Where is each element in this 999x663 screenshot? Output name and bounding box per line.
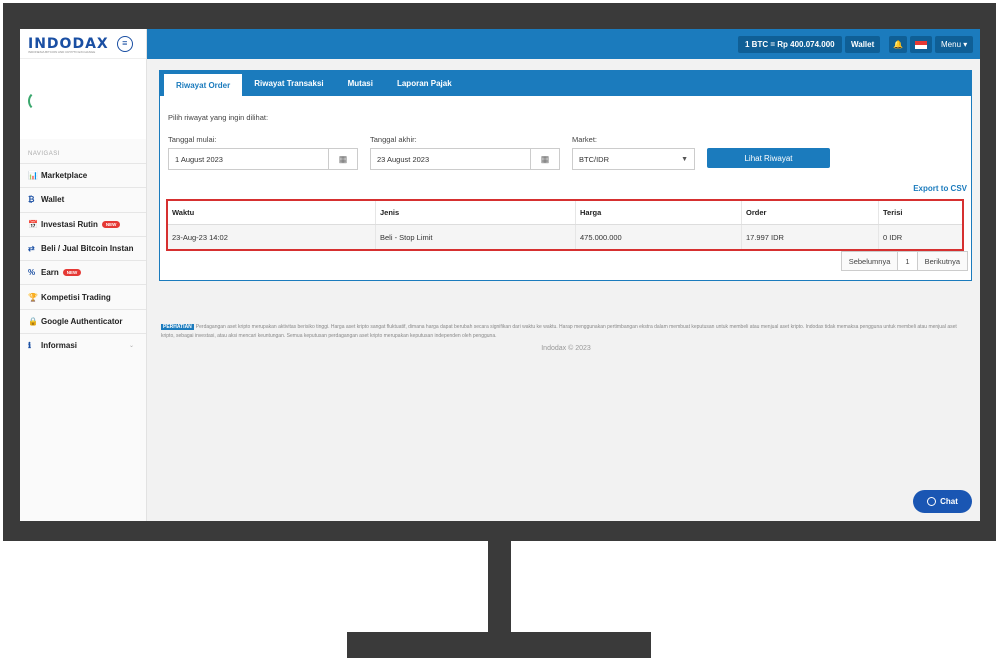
menu-button[interactable]: Menu ▾ (935, 36, 974, 53)
calendar-icon[interactable]: ▦ (328, 149, 357, 169)
sidebar-item-label: Investasi Rutin (41, 219, 98, 229)
next-page-button[interactable]: Berikutnya (917, 252, 967, 270)
sidebar-item-label: Informasi (41, 341, 78, 351)
monitor-stand-base (347, 632, 651, 658)
end-date-value: 23 August 2023 (377, 154, 430, 164)
tab-laporan-pajak[interactable]: Laporan Pajak (385, 71, 464, 96)
prev-page-button[interactable]: Sebelumnya (841, 252, 899, 270)
page-number[interactable]: 1 (898, 252, 918, 270)
hamburger-menu-icon[interactable]: ≡ (116, 35, 133, 52)
new-badge: NEW (101, 220, 121, 228)
header-jenis[interactable]: Jenis (376, 201, 576, 224)
monitor-stand-neck (488, 540, 511, 632)
tab-riwayat-order[interactable]: Riwayat Order (164, 74, 243, 96)
screen: INDODAX ≡ INDONESIA BITCOIN AND CRYPTO E… (20, 29, 980, 521)
sidebar-item-marketplace[interactable]: 📊 Marketplace (20, 163, 146, 188)
info-icon: ℹ (28, 341, 32, 351)
risk-notice: PERHATIAN Perdagangan aset kripto merupak… (161, 323, 971, 341)
sidebar: INDODAX ≡ INDONESIA BITCOIN AND CRYPTO E… (20, 29, 147, 521)
start-date-value: 1 August 2023 (175, 154, 223, 164)
calendar-icon: 📅 (28, 219, 38, 229)
top-bar: 1 BTC = Rp 400.074.000 Wallet 🔔 Menu ▾ (147, 29, 980, 59)
chat-button[interactable]: Chat (913, 490, 972, 513)
sidebar-item-investasi-rutin[interactable]: 📅 Investasi Rutin NEW (20, 211, 146, 236)
sidebar-item-label: Marketplace (41, 171, 88, 181)
monitor-frame: INDODAX ≡ INDONESIA BITCOIN AND CRYPTO E… (3, 3, 996, 541)
language-button[interactable] (910, 36, 932, 53)
pagination: Sebelumnya 1 Berikutnya (840, 251, 968, 271)
calendar-icon[interactable]: ▦ (530, 149, 559, 169)
footer-copyright: Indodax © 2023 (541, 345, 591, 352)
table-header-row: Waktu Jenis Harga Order Terisi (168, 201, 962, 225)
chart-icon: 📊 (28, 171, 38, 181)
end-date-label: Tanggal akhir: (370, 135, 417, 144)
sidebar-item-wallet[interactable]: ₿ Wallet (20, 187, 146, 212)
chat-label: Chat (940, 497, 958, 506)
lock-icon: 🔒 (28, 316, 38, 326)
bitcoin-icon: ₿ (28, 195, 35, 205)
sidebar-item-label: Google Authenticator (41, 316, 123, 326)
start-date-field[interactable]: 1 August 2023 ▦ (168, 148, 358, 170)
profile-area (20, 59, 146, 139)
sidebar-item-informasi[interactable]: ℹ Informasi ⌄ (20, 333, 146, 358)
lihat-riwayat-button[interactable]: Lihat Riwayat (707, 148, 830, 168)
chat-bubble-icon (927, 497, 937, 506)
export-csv-link[interactable]: Export to CSV (913, 184, 967, 193)
cell-terisi: 0 IDR (883, 232, 903, 242)
notice-tag: PERHATIAN (161, 324, 194, 330)
percent-icon: % (28, 268, 36, 278)
table-row[interactable]: 23-Aug-23 14:02 Beli - Stop Limit 475.00… (168, 225, 962, 249)
caret-down-icon: ▼ (681, 155, 688, 163)
logo-tagline: INDONESIA BITCOIN AND CRYPTO EXCHANGE (28, 50, 96, 54)
sidebar-item-label: Earn (41, 268, 59, 278)
cell-order: 17.997 IDR (742, 225, 879, 249)
nav-heading: NAVIGASI (28, 151, 60, 157)
tab-bar: Riwayat Order Riwayat Transaksi Mutasi L… (160, 71, 971, 96)
sidebar-item-google-auth[interactable]: 🔒 Google Authenticator (20, 308, 146, 334)
sidebar-item-label: Wallet (41, 195, 65, 205)
btc-rate-badge[interactable]: 1 BTC = Rp 400.074.000 (738, 36, 842, 53)
loading-spinner-icon (28, 91, 48, 111)
chevron-down-icon: ⌄ (128, 343, 134, 350)
indonesia-flag-icon (915, 40, 927, 49)
cell-waktu: 23-Aug-23 14:02 (168, 225, 376, 249)
sidebar-item-kompetisi[interactable]: 🏆 Kompetisi Trading (20, 284, 146, 309)
start-date-label: Tanggal mulai: (168, 135, 217, 144)
market-select[interactable]: BTC/IDR ▼ (572, 148, 695, 170)
cell-harga: 475.000.000 (576, 225, 742, 249)
notice-text: Perdagangan aset kripto merupakan aktivi… (161, 324, 957, 339)
header-harga[interactable]: Harga (576, 201, 742, 224)
cell-jenis: Beli - Stop Limit (376, 225, 576, 249)
order-history-table: Waktu Jenis Harga Order Terisi 23-Aug-23… (166, 199, 964, 251)
trophy-icon: 🏆 (28, 292, 38, 302)
logo-bar: INDODAX ≡ INDONESIA BITCOIN AND CRYPTO E… (20, 29, 146, 59)
market-label: Market: (572, 135, 598, 144)
filter-prompt: Pilih riwayat yang ingin dilihat: (168, 113, 269, 122)
tab-mutasi[interactable]: Mutasi (336, 71, 385, 96)
sidebar-item-beli-jual[interactable]: ⇄ Beli / Jual Bitcoin Instan (20, 235, 146, 261)
bell-icon[interactable]: 🔔 (889, 36, 907, 53)
new-badge: NEW (62, 269, 82, 277)
sidebar-item-earn[interactable]: % Earn NEW (20, 260, 146, 285)
wallet-button[interactable]: Wallet (845, 36, 881, 53)
sidebar-item-label: Kompetisi Trading (41, 292, 111, 302)
sidebar-item-label: Beli / Jual Bitcoin Instan (41, 244, 134, 254)
header-waktu[interactable]: Waktu (168, 201, 376, 224)
history-panel: Riwayat Order Riwayat Transaksi Mutasi L… (159, 70, 972, 281)
header-order[interactable]: Order (742, 201, 879, 224)
end-date-field[interactable]: 23 August 2023 ▦ (370, 148, 560, 170)
tab-riwayat-transaksi[interactable]: Riwayat Transaksi (242, 71, 335, 96)
swap-icon: ⇄ (28, 244, 35, 254)
market-value: BTC/IDR (579, 154, 609, 164)
header-terisi[interactable]: Terisi (879, 201, 962, 224)
